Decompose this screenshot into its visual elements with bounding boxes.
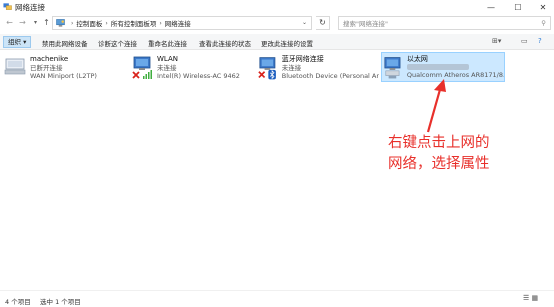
recent-locations-button[interactable]: ▾ xyxy=(30,17,41,28)
diagnose-button[interactable]: 诊断这个连接 xyxy=(98,38,137,48)
connection-status: 已断开连接 xyxy=(30,63,63,72)
bluetooth-icon xyxy=(258,57,276,80)
search-input[interactable]: 搜索"网络连接" ⚲ xyxy=(338,16,551,30)
view-status-button[interactable]: 查看此连接的状态 xyxy=(199,38,251,48)
selected-count: 选中 1 个项目 xyxy=(40,298,81,306)
connection-status-blurred xyxy=(406,64,469,70)
connection-item-wlan[interactable]: WLAN 未连接 Intel(R) Wireless-AC 9462 xyxy=(131,53,249,83)
connection-name: WLAN xyxy=(157,55,179,64)
search-placeholder: 搜索"网络连接" xyxy=(343,20,388,28)
address-dropdown-icon[interactable]: ⌄ xyxy=(302,19,307,26)
organize-button[interactable]: 组织 ▾ xyxy=(3,36,32,48)
preview-pane-icon[interactable]: ▭ xyxy=(521,37,528,45)
navigation-bar: ← → ▾ ↑ › 控制面板 › 所有控制面板项 › 网络连接 ⌄ ↻ 搜索"网… xyxy=(0,14,554,32)
forward-button[interactable]: → xyxy=(17,17,28,28)
network-connections-icon xyxy=(3,3,12,10)
control-panel-icon xyxy=(56,19,65,27)
change-view-icon[interactable]: ⊞▾ xyxy=(492,37,501,45)
connection-name: 以太网 xyxy=(406,54,428,63)
details-view-icon[interactable]: ☰ ▦ xyxy=(523,294,538,302)
command-bar: 组织 ▾ 禁用此网络设备 诊断这个连接 重命名此连接 查看此连接的状态 更改此连… xyxy=(0,34,554,50)
connection-name: 蓝牙网络连接 xyxy=(281,55,324,64)
ethernet-icon xyxy=(384,57,401,79)
breadcrumb-item-network-connections[interactable]: 网络连接 xyxy=(165,18,191,28)
item-count: 4 个项目 xyxy=(5,298,31,306)
connection-status: 未连接 xyxy=(157,63,177,72)
breadcrumb-separator: › xyxy=(71,19,74,27)
window-title: 网络连接 xyxy=(15,3,45,12)
connection-device: WAN Miniport (L2TP) xyxy=(30,72,97,81)
status-bar: 4 个项目 选中 1 个项目 ☰ ▦ xyxy=(0,290,554,307)
disable-device-button[interactable]: 禁用此网络设备 xyxy=(42,38,88,48)
close-button[interactable]: ✕ xyxy=(532,0,554,14)
help-icon[interactable]: ? xyxy=(538,37,542,45)
breadcrumb-item-all-items[interactable]: 所有控制面板项 xyxy=(111,18,157,28)
rename-button[interactable]: 重命名此连接 xyxy=(148,38,187,48)
connection-item-bluetooth[interactable]: 蓝牙网络连接 未连接 Bluetooth Device (Personal Ar… xyxy=(257,53,379,83)
up-button[interactable]: ↑ xyxy=(41,17,52,28)
connection-device: Bluetooth Device (Personal Ar... xyxy=(281,72,379,81)
annotation-line-1: 右键点击上网的 xyxy=(388,135,490,151)
refresh-button[interactable]: ↻ xyxy=(316,16,330,30)
change-settings-button[interactable]: 更改此连接的设置 xyxy=(261,38,313,48)
annotation-text: 右键点击上网的 网络，选择属性 xyxy=(388,133,490,175)
title-bar: 网络连接 — ☐ ✕ xyxy=(0,0,554,14)
breadcrumb-separator: › xyxy=(159,19,162,27)
connection-item-machenike[interactable]: machenike 已断开连接 WAN Miniport (L2TP) xyxy=(4,53,122,83)
wireless-icon xyxy=(132,56,152,79)
connection-name: machenike xyxy=(30,55,69,64)
address-bar[interactable]: › 控制面板 › 所有控制面板项 › 网络连接 xyxy=(52,16,312,30)
search-icon: ⚲ xyxy=(541,19,546,27)
vpn-connection-icon xyxy=(4,58,26,75)
breadcrumb-item-control-panel[interactable]: 控制面板 xyxy=(76,18,102,28)
annotation-arrow-icon xyxy=(426,79,446,133)
maximize-button[interactable]: ☐ xyxy=(507,0,529,14)
connection-status: 未连接 xyxy=(281,63,302,72)
annotation-line-2: 网络，选择属性 xyxy=(388,156,490,172)
breadcrumb-separator: › xyxy=(105,19,108,27)
connection-device: Intel(R) Wireless-AC 9462 xyxy=(157,72,240,81)
back-button[interactable]: ← xyxy=(4,17,15,28)
minimize-button[interactable]: — xyxy=(480,0,502,14)
